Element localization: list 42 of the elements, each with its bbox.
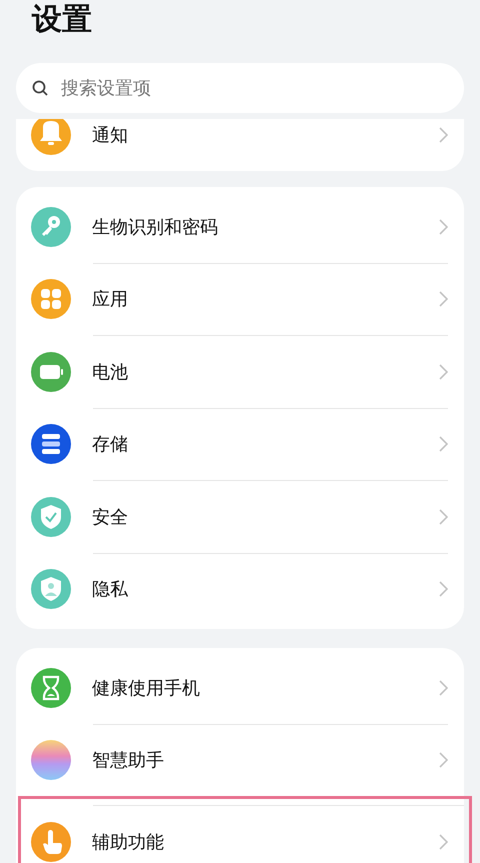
item-label: 隐私	[92, 578, 129, 602]
settings-item[interactable]: 健康使用手机	[16, 652, 464, 724]
chevron-icon	[439, 126, 448, 143]
item-label: 辅助功能	[92, 830, 165, 854]
hourglass-icon	[31, 668, 71, 708]
apps-icon	[31, 279, 71, 320]
chevron-icon	[439, 752, 448, 768]
chevron-icon	[439, 364, 448, 380]
assistant-orb-icon	[31, 740, 71, 780]
settings-item[interactable]: 智慧助手	[16, 724, 464, 796]
settings-item[interactable]: 电池	[16, 336, 464, 408]
settings-item[interactable]: 通知	[16, 119, 464, 170]
chevron-icon	[439, 834, 448, 850]
battery-icon	[31, 352, 71, 392]
chevron-icon	[439, 218, 448, 235]
item-label: 健康使用手机	[92, 676, 201, 700]
chevron-icon	[439, 291, 448, 308]
search-field[interactable]: 搜索设置项	[16, 63, 464, 113]
item-label: 安全	[92, 506, 129, 529]
search-icon	[32, 80, 49, 96]
search-input[interactable]: 搜索设置项	[59, 76, 448, 100]
item-label: 应用	[92, 288, 129, 312]
chevron-icon	[439, 436, 448, 452]
storage-icon	[31, 424, 71, 464]
page-title: 设置	[32, 2, 93, 38]
item-label: 生物识别和密码	[92, 216, 219, 239]
key-icon	[31, 206, 71, 247]
settings-item[interactable]: 辅助功能	[21, 806, 469, 863]
settings-item[interactable]: 安全	[16, 481, 464, 552]
settings-item[interactable]: 存储	[16, 408, 464, 480]
item-label: 智慧助手	[92, 749, 165, 772]
settings-item[interactable]: 应用	[16, 264, 464, 335]
settings-item[interactable]: 生物识别和密码	[16, 191, 464, 262]
shield-person-icon	[31, 569, 71, 610]
item-label: 电池	[92, 360, 129, 384]
item-label: 存储	[92, 433, 129, 456]
shield-icon	[31, 496, 71, 537]
chevron-icon	[439, 581, 448, 598]
settings-item[interactable]: 隐私	[16, 554, 464, 625]
chevron-icon	[439, 508, 448, 525]
chevron-icon	[439, 680, 448, 696]
item-label: 通知	[92, 124, 129, 147]
